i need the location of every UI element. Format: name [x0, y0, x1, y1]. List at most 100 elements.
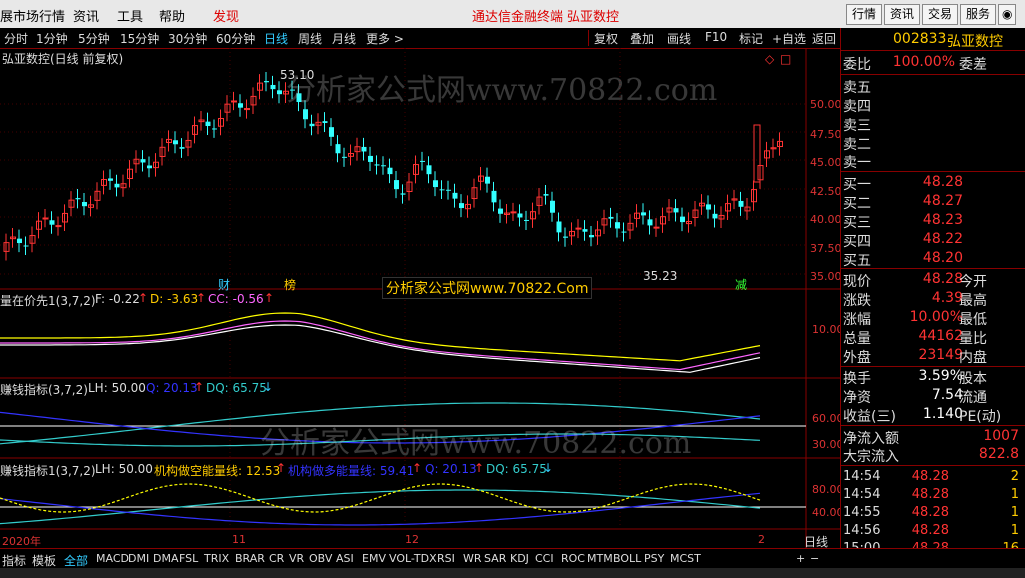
candle-body — [147, 165, 152, 169]
overlay-button[interactable]: 叠加 — [630, 30, 654, 47]
ind3-dq-value: DQ: 65.75 — [486, 462, 547, 476]
period-5min[interactable]: 5分钟 — [78, 30, 110, 47]
menu-tools[interactable]: 工具 — [117, 6, 143, 25]
reduce-tag[interactable]: 减 — [735, 276, 747, 293]
tab-cr[interactable]: CR — [269, 552, 284, 565]
stat-label: 总量 — [843, 331, 871, 347]
finance-tag[interactable]: 财 — [218, 276, 230, 293]
tab-obv[interactable]: OBV — [309, 552, 332, 565]
candle-body — [238, 103, 243, 108]
candle-body — [582, 229, 588, 232]
menu-discover[interactable]: 发现 — [213, 6, 239, 25]
diamond-icon[interactable]: ◇ — [765, 52, 774, 66]
ind3-title: 赚钱指标1(3,7,2) — [0, 464, 96, 478]
stat-row: 总量 44162 量比 — [843, 328, 1023, 347]
zoom-in-icon[interactable]: + — [796, 552, 805, 565]
period-1min[interactable]: 1分钟 — [36, 30, 68, 47]
buy-row[interactable]: 买三 48.23 — [843, 212, 1023, 231]
tab-all[interactable]: 全部 — [64, 552, 88, 569]
sell-row[interactable]: 卖二 — [843, 134, 1023, 153]
menu-bar: 展市场行情 资讯 工具 帮助 发现 通达信金融终端 弘亚数控 行情 资讯 交易 … — [0, 0, 1025, 29]
trade-button[interactable]: 交易 — [922, 4, 959, 25]
tab-kdj[interactable]: KDJ — [510, 552, 529, 565]
sell-row[interactable]: 卖五 — [843, 77, 1023, 96]
tab-template[interactable]: 模板 — [32, 552, 56, 569]
period-30min[interactable]: 30分钟 — [168, 30, 207, 47]
tab-fsl[interactable]: FSL — [179, 552, 198, 565]
period-tick[interactable]: 分时 — [4, 30, 28, 47]
tab-dmi[interactable]: DMI — [128, 552, 149, 565]
tab-trix[interactable]: TRIX — [204, 552, 229, 565]
period-more[interactable]: 更多 > — [366, 30, 404, 47]
menu-market[interactable]: 展市场行情 — [0, 6, 65, 25]
tick-time: 14:55 — [843, 505, 881, 520]
sell-row[interactable]: 卖三 — [843, 115, 1023, 134]
up-arrow-icon: ↑ — [194, 380, 205, 394]
buy-row[interactable]: 买五 48.20 — [843, 250, 1023, 269]
tab-wr[interactable]: WR — [463, 552, 482, 565]
period-month[interactable]: 月线 — [332, 30, 356, 47]
buy-price: 48.20 — [922, 250, 963, 266]
candle-body — [114, 183, 120, 188]
f10-button[interactable]: F10 — [705, 30, 727, 44]
quote-button[interactable]: 行情 — [846, 4, 883, 25]
list-tag[interactable]: 榜 — [284, 276, 296, 293]
down-arrow-icon: ↓ — [263, 380, 274, 394]
flow-value: 1007 — [983, 428, 1019, 444]
buy-price: 48.22 — [922, 231, 963, 247]
tab-sar[interactable]: SAR — [484, 552, 506, 565]
sell-row[interactable]: 卖四 — [843, 96, 1023, 115]
divider — [840, 74, 1025, 75]
tab-indicator[interactable]: 指标 — [2, 552, 26, 569]
service-button[interactable]: 服务 — [960, 4, 997, 25]
tab-dma[interactable]: DMA — [153, 552, 179, 565]
up-arrow-icon: ↑ — [264, 291, 275, 305]
buy-row[interactable]: 买一 48.28 — [843, 174, 1023, 193]
tab-rsi[interactable]: RSI — [437, 552, 455, 565]
candle-body — [615, 222, 620, 229]
tab-vr[interactable]: VR — [289, 552, 304, 565]
news-button[interactable]: 资讯 — [884, 4, 921, 25]
restore-right-button[interactable]: 复权 — [594, 30, 618, 47]
zoom-out-icon[interactable]: − — [810, 552, 819, 565]
stat-row: 收益(三) 1.140 PE(动) — [843, 406, 1023, 425]
menu-help[interactable]: 帮助 — [159, 6, 185, 25]
buy-row[interactable]: 买二 48.27 — [843, 193, 1023, 212]
mark-button[interactable]: 标记 — [739, 30, 763, 47]
ind2-axis-tick: 60.00 — [812, 412, 844, 425]
tab-emv[interactable]: EMV — [362, 552, 386, 565]
stat-row: 外盘 23149 内盘 — [843, 347, 1023, 366]
tab-vol-tdx[interactable]: VOL-TDX — [389, 552, 437, 565]
tick-time: 14:54 — [843, 469, 881, 484]
minimize-icon[interactable]: ◉ — [998, 4, 1017, 25]
tab-roc[interactable]: ROC — [561, 552, 585, 565]
status-bar — [0, 568, 1025, 578]
tab-brar[interactable]: BRAR — [235, 552, 265, 565]
back-button[interactable]: 返回 — [812, 30, 836, 47]
flow-row: 净流入额 1007 — [843, 428, 1023, 447]
price-tick: 42.50 — [810, 185, 842, 198]
stat-row: 净资 7.54 流通 — [843, 387, 1023, 406]
draw-line-button[interactable]: 画线 — [667, 30, 691, 47]
period-60min[interactable]: 60分钟 — [216, 30, 255, 47]
chart-area[interactable]: 弘亚数控(日线 前复权) 53.10 35.23 财 榜 减 ◇ □ 50.00… — [0, 48, 844, 548]
buy-row[interactable]: 买四 48.22 — [843, 231, 1023, 250]
tab-cci[interactable]: CCI — [535, 552, 554, 565]
candle-body — [387, 167, 393, 175]
tab-mcst[interactable]: MCST — [670, 552, 701, 565]
tab-boll[interactable]: BOLL — [613, 552, 641, 565]
period-day[interactable]: 日线 — [264, 30, 288, 47]
period-15min[interactable]: 15分钟 — [120, 30, 159, 47]
stat-label: 涨跌 — [843, 293, 871, 309]
tick-row: 14:54 48.28 1 — [843, 487, 1023, 505]
candle-body — [753, 124, 761, 183]
small-square-icon[interactable]: □ — [780, 52, 791, 66]
tab-macd[interactable]: MACD — [96, 552, 129, 565]
sell-row[interactable]: 卖一 — [843, 152, 1023, 171]
add-favorite-button[interactable]: +自选 — [772, 30, 806, 47]
menu-news[interactable]: 资讯 — [73, 6, 99, 25]
period-week[interactable]: 周线 — [298, 30, 322, 47]
tab-mtm[interactable]: MTM — [587, 552, 613, 565]
tab-psy[interactable]: PSY — [644, 552, 664, 565]
tab-asi[interactable]: ASI — [336, 552, 354, 565]
